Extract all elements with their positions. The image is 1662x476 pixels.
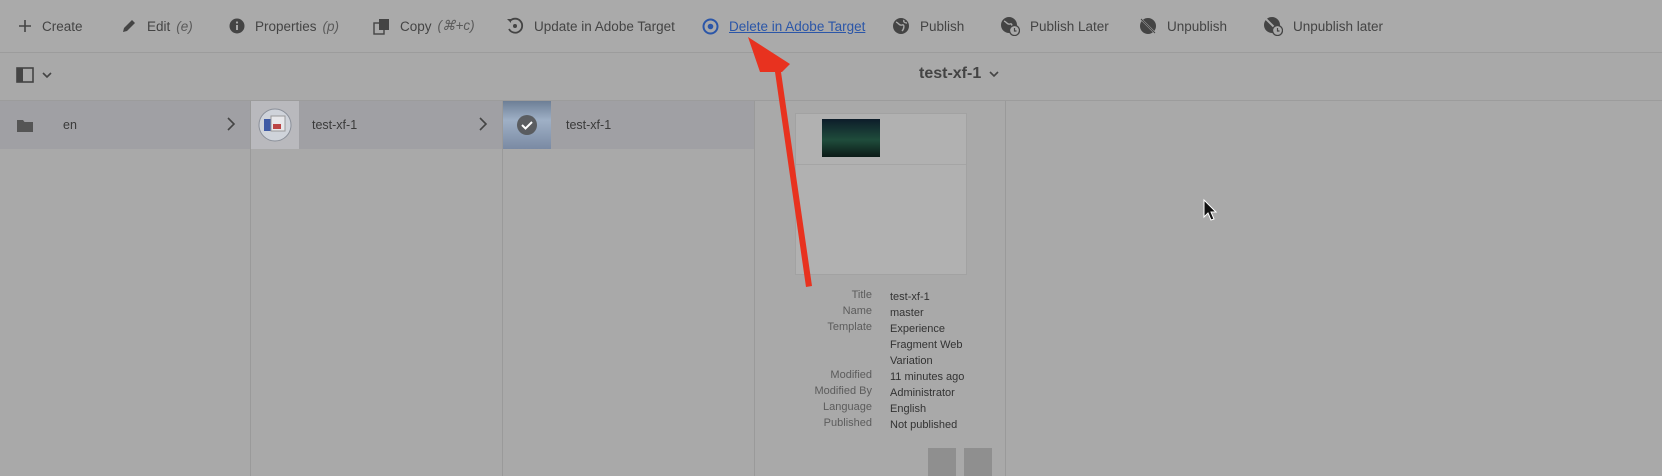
divider	[796, 164, 966, 165]
view-header: test-xf-1	[0, 53, 1662, 101]
delete-in-target-button[interactable]: Delete in Adobe Target	[702, 0, 865, 52]
chevron-right-icon	[227, 117, 236, 131]
plus-icon	[19, 20, 31, 32]
view-title-dropdown[interactable]: test-xf-1	[919, 65, 999, 83]
copy-shortcut: (⌘+c)	[437, 18, 475, 33]
column-1: en	[0, 101, 251, 476]
column-item-label: en	[63, 118, 77, 132]
column-item-en[interactable]: en	[0, 101, 250, 149]
column-3: test-xf-1	[503, 101, 755, 476]
unpublish-later-label: Unpublish later	[1293, 18, 1384, 34]
meta-key-modified: Modified	[830, 369, 872, 381]
folder-icon	[17, 120, 33, 132]
publish-later-label: Publish Later	[1030, 18, 1109, 34]
column-2: test-xf-1	[251, 101, 503, 476]
chevron-down-icon	[989, 70, 999, 77]
publish-later-button[interactable]: Publish Later	[1000, 0, 1109, 52]
meta-value-modified: 11 minutes ago	[890, 371, 965, 383]
pencil-icon	[123, 20, 135, 32]
publish-label: Publish	[920, 18, 965, 34]
unpublish-later-button[interactable]: Unpublish later	[1263, 0, 1383, 52]
delete-in-target-label: Delete in Adobe Target	[729, 18, 866, 34]
edit-label: Edit	[147, 18, 171, 34]
preview-image	[822, 119, 880, 157]
chevron-right-icon	[479, 117, 488, 131]
column-item-test-xf-1-variation[interactable]: test-xf-1	[503, 101, 754, 149]
meta-value-title: test-xf-1	[890, 291, 930, 303]
meta-key-published: Published	[823, 417, 872, 429]
update-in-target-button[interactable]: Update in Adobe Target	[506, 0, 675, 52]
update-in-target-label: Update in Adobe Target	[534, 18, 675, 34]
refresh-icon	[507, 17, 524, 34]
globe-icon	[893, 18, 909, 34]
column-item-test-xf-1[interactable]: test-xf-1	[251, 101, 502, 149]
create-label: Create	[42, 18, 83, 34]
properties-label: Properties	[255, 18, 317, 34]
create-button[interactable]: Create	[18, 0, 83, 52]
column-item-label: test-xf-1	[566, 118, 612, 132]
mouse-cursor-icon	[1203, 198, 1218, 221]
copy-button[interactable]: Copy (⌘+c)	[373, 0, 475, 52]
unpublish-button[interactable]: Unpublish	[1139, 0, 1227, 52]
properties-shortcut: (p)	[322, 18, 340, 34]
meta-value-template: Experience Fragment Web Variation	[890, 323, 963, 367]
meta-value-name: master	[890, 307, 924, 319]
preview-card[interactable]	[795, 113, 967, 275]
meta-key-template: Template	[827, 321, 872, 333]
meta-value-language: English	[890, 403, 927, 415]
info-icon	[229, 18, 245, 34]
meta-key-name: Name	[842, 305, 872, 317]
globe-strike-clock-icon	[1264, 17, 1283, 36]
target-icon	[702, 18, 719, 34]
column-item-label: test-xf-1	[312, 118, 358, 132]
meta-value-published: Not published	[890, 419, 958, 431]
publish-button[interactable]: Publish	[892, 0, 964, 52]
variation-thumbnail	[503, 101, 551, 149]
action-button-1[interactable]	[928, 448, 956, 476]
rail-icon	[16, 67, 34, 83]
action-button-2[interactable]	[964, 448, 992, 476]
experience-fragment-thumbnail	[251, 101, 299, 149]
meta-key-title: Title	[851, 289, 872, 301]
chevron-down-icon	[42, 71, 52, 78]
page-title: test-xf-1	[919, 65, 982, 82]
globe-strike-icon	[1140, 18, 1156, 34]
action-bar: Create Edit (e) Properties (p) Copy (⌘+c…	[0, 0, 1662, 53]
copy-label: Copy	[400, 18, 432, 34]
copy-icon	[373, 18, 389, 35]
rail-toggle-button[interactable]	[16, 67, 52, 83]
checkmark-icon	[517, 115, 537, 135]
meta-key-modified-by: Modified By	[814, 385, 872, 397]
meta-value-modified-by: Administrator	[890, 387, 955, 399]
unpublish-label: Unpublish	[1167, 18, 1228, 34]
globe-clock-icon	[1001, 17, 1020, 36]
edit-shortcut: (e)	[176, 18, 193, 34]
meta-key-language: Language	[823, 401, 872, 413]
edit-button[interactable]: Edit (e)	[121, 0, 193, 52]
properties-button[interactable]: Properties (p)	[229, 0, 339, 52]
